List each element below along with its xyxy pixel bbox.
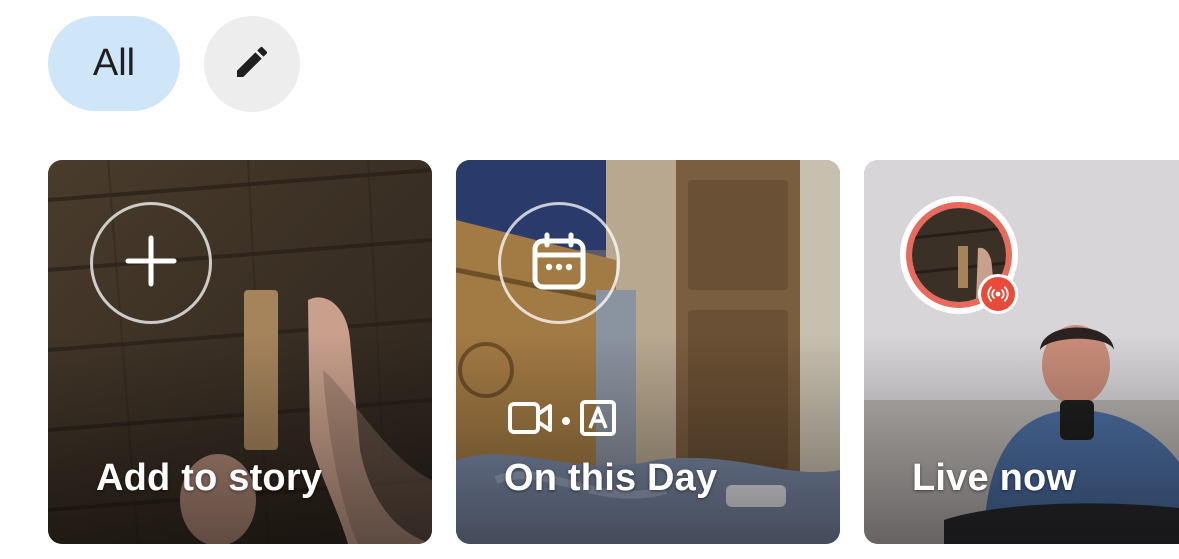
card-shade: [48, 332, 432, 544]
pencil-icon: [232, 42, 272, 87]
live-now-label: Live now: [912, 457, 1077, 499]
separator-dot: [562, 416, 570, 425]
on-this-day-label: On this Day: [504, 457, 718, 499]
filter-chip-all-label: All: [92, 42, 136, 84]
calendar-icon: [531, 231, 587, 296]
auto-icon: [580, 400, 616, 441]
filter-chip-all[interactable]: All: [48, 16, 180, 111]
edit-button[interactable]: [204, 16, 300, 112]
on-this-day-card[interactable]: On this Day: [456, 160, 840, 544]
video-icon: [508, 401, 552, 440]
media-type-icons: [508, 400, 616, 441]
card-shade: [864, 332, 1179, 544]
add-to-story-label: Add to story: [96, 457, 323, 499]
live-broadcast-icon: [978, 274, 1018, 314]
plus-icon: [122, 232, 180, 295]
add-to-story-card[interactable]: Add to story: [48, 160, 432, 544]
add-ring: [90, 202, 212, 324]
calendar-ring: [498, 202, 620, 324]
live-now-card[interactable]: Live now: [864, 160, 1179, 544]
